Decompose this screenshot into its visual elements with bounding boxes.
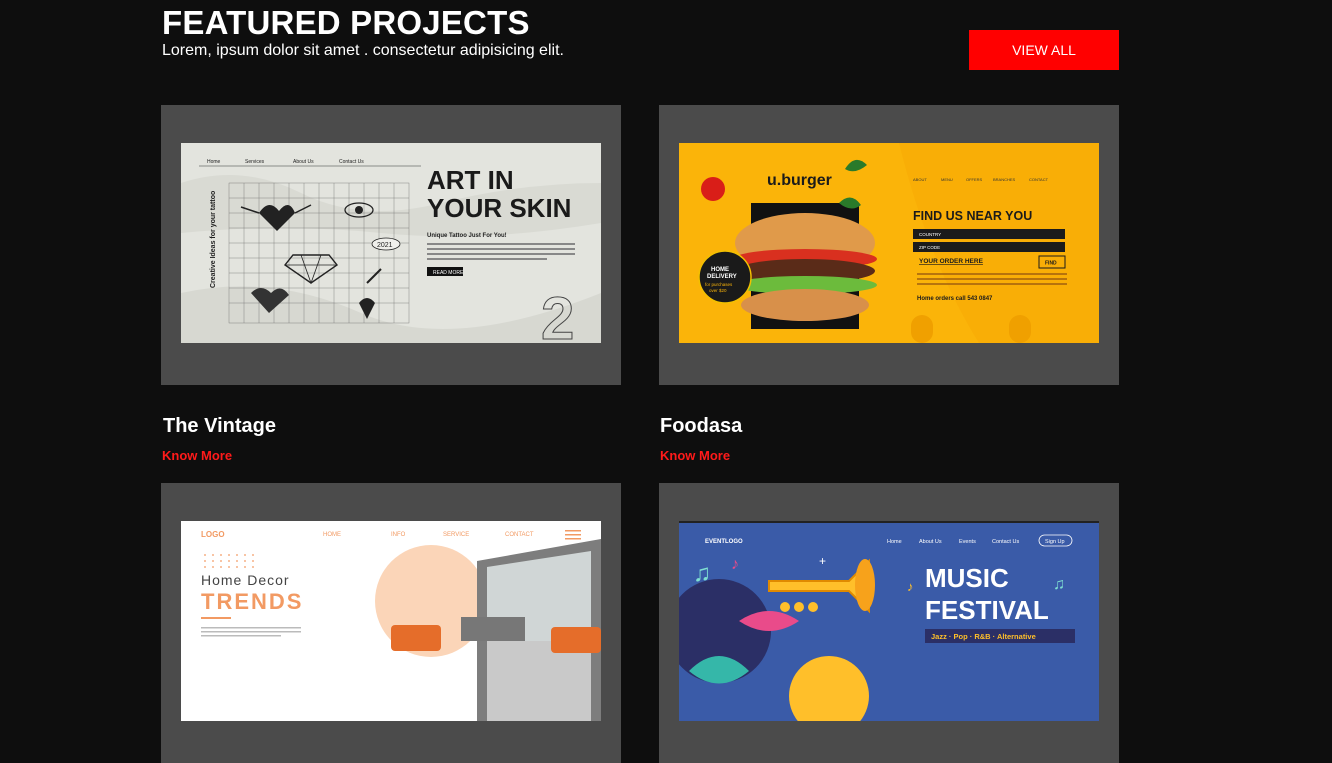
svg-text:♫: ♫ <box>1053 576 1065 593</box>
preview-signup-button: Sign Up <box>1045 539 1065 545</box>
section-title: FEATURED PROJECTS <box>162 4 530 41</box>
preview-nav-item: Home <box>207 159 221 165</box>
section-subtitle: Lorem, ipsum dolor sit amet . consectetu… <box>162 42 564 59</box>
preview-headline: MUSIC <box>925 563 1009 593</box>
project-preview-image: LOGO HOME INFO SERVICE CONTACT Home Deco… <box>181 521 601 721</box>
preview-delivery-text: for purchases <box>705 282 733 287</box>
project-card-vintage[interactable]: Home Services About Us Contact Us Creati… <box>161 105 621 385</box>
preview-delivery-text: over $20 <box>709 288 727 293</box>
preview-logo: EVENTLOGO <box>705 539 743 545</box>
know-more-link-foodasa[interactable]: Know More <box>660 448 730 463</box>
svg-text:♪: ♪ <box>731 556 739 573</box>
know-more-link-vintage[interactable]: Know More <box>162 448 232 463</box>
preview-headline: FIND US NEAR YOU <box>913 209 1032 223</box>
project-card-foodasa[interactable]: u.burger ABOUT MENU OFFERS BRANCHES CONT… <box>659 105 1119 385</box>
project-card-music-festival[interactable]: EVENTLOGO Home About Us Events Contact U… <box>659 483 1119 763</box>
preview-nav-item: CONTACT <box>505 532 534 538</box>
svg-text:+: + <box>819 554 826 568</box>
project-title-vintage: The Vintage <box>163 415 276 437</box>
preview-nav-item: HOME <box>323 532 341 538</box>
preview-nav-item: BRANCHES <box>993 177 1016 182</box>
preview-nav-item: Services <box>245 159 265 165</box>
preview-nav-item: ABOUT <box>913 177 927 182</box>
svg-text:2: 2 <box>541 285 574 343</box>
preview-nav-item: INFO <box>391 532 406 538</box>
project-title-foodasa: Foodasa <box>660 415 743 437</box>
preview-phone: Home orders call 543 0847 <box>917 296 993 302</box>
preview-nav-item: Contact Us <box>992 539 1019 545</box>
preview-nav-item: Home <box>887 539 902 545</box>
preview-badge: 2021 <box>377 242 393 249</box>
project-preview-image: EVENTLOGO Home About Us Events Contact U… <box>679 521 1099 721</box>
preview-headline: FESTIVAL <box>925 595 1049 625</box>
preview-nav-item: Contact Us <box>339 159 364 165</box>
project-preview-image: u.burger ABOUT MENU OFFERS BRANCHES CONT… <box>679 143 1099 343</box>
preview-side-text: Creative Ideas for your tattoo <box>210 191 217 288</box>
view-all-button[interactable]: VIEW ALL <box>969 30 1119 70</box>
preview-field-zip: ZIP CODE <box>919 245 940 250</box>
preview-delivery-text: HOME <box>711 267 729 273</box>
preview-nav-item: Events <box>959 539 976 545</box>
preview-nav-item: About Us <box>293 159 314 165</box>
preview-field-country: COUNTRY <box>919 232 941 237</box>
preview-nav-item: CONTACT <box>1029 177 1049 182</box>
preview-headline: YOUR SKIN <box>427 193 571 223</box>
preview-headline: TRENDS <box>201 589 303 614</box>
preview-order-link: YOUR ORDER HERE <box>919 258 984 265</box>
preview-find-button: FIND <box>1045 261 1057 267</box>
preview-logo: u.burger <box>767 172 832 189</box>
project-preview-image: Home Services About Us Contact Us Creati… <box>181 143 601 343</box>
preview-nav-item: MENU <box>941 177 953 182</box>
preview-nav-item: OFFERS <box>966 177 983 182</box>
preview-headline: ART IN <box>427 165 514 195</box>
preview-logo: LOGO <box>201 530 225 539</box>
preview-nav-item: About Us <box>919 539 942 545</box>
preview-headline: Home Decor <box>201 572 290 588</box>
preview-nav-item: SERVICE <box>443 532 469 538</box>
preview-button: READ MORE <box>433 270 464 276</box>
project-card-home-decor[interactable]: LOGO HOME INFO SERVICE CONTACT Home Deco… <box>161 483 621 763</box>
preview-delivery-text: DELIVERY <box>707 274 737 280</box>
preview-genres: Jazz · Pop · R&B · Alternative <box>931 632 1036 641</box>
svg-text:♪: ♪ <box>907 579 914 594</box>
svg-text:♫: ♫ <box>693 560 711 587</box>
preview-tagline: Unique Tattoo Just For You! <box>427 233 507 239</box>
